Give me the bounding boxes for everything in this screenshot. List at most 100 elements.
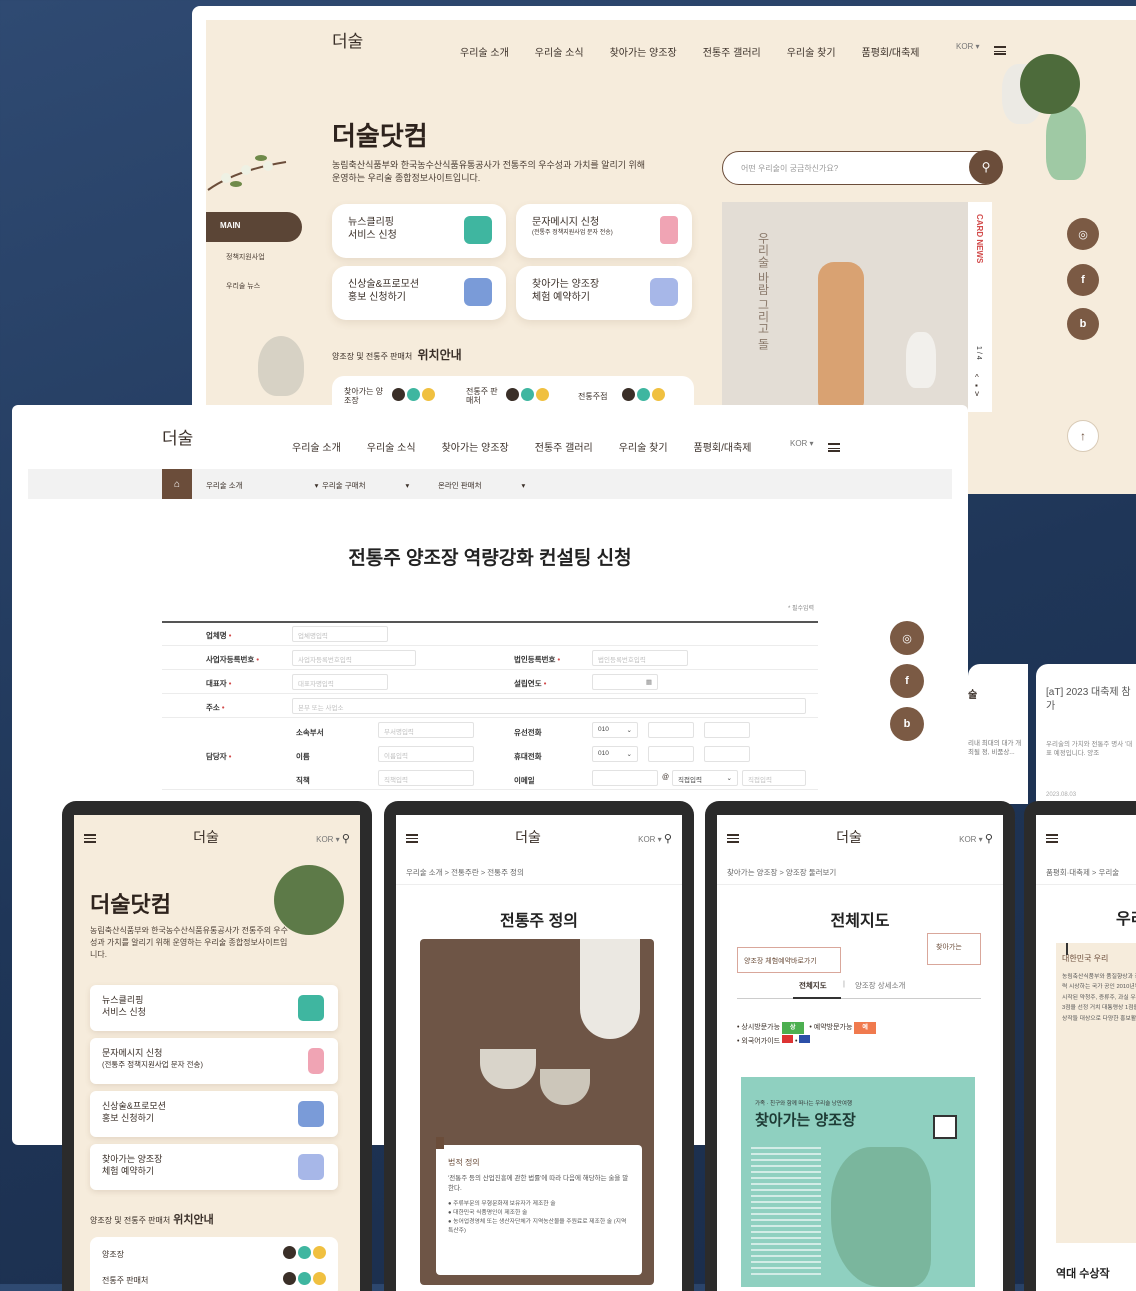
breadcrumb[interactable]: 우리술 소개 > 전통주란 > 전통주 정의 <box>396 861 682 885</box>
card-brewery-booking[interactable]: 찾아가는 양조장 체험 예약하기 <box>516 266 692 320</box>
blog-icon[interactable]: b <box>1067 308 1099 340</box>
location-seller[interactable]: 전통주 판매처 <box>102 1275 148 1286</box>
mobile-card-promotion[interactable]: 신상술&프로모션 홍보 신청하기 <box>90 1091 338 1137</box>
language-select[interactable]: KOR ▾ ⚲ <box>959 832 993 845</box>
brewery-map-poster[interactable]: 가족 · 친구와 함께 떠나는 우리술 낭만여행 찾아가는 양조장 <box>741 1077 975 1287</box>
company-input[interactable]: 업체명입력 <box>292 626 388 642</box>
mobile-card-brewery-booking[interactable]: 찾아가는 양조장 체험 예약하기 <box>90 1144 338 1190</box>
news-card-title: [aT] 2023 대축제 참가 <box>1046 687 1131 712</box>
map-tabs: 전체지도 | 양조장 상세소개 <box>737 975 981 999</box>
map-buttons[interactable] <box>283 1246 326 1259</box>
facebook-icon[interactable]: f <box>1067 264 1099 296</box>
language-select[interactable]: KOR ▾ ⚲ <box>638 832 672 845</box>
menu-icon[interactable] <box>84 833 96 843</box>
map-buttons[interactable] <box>392 388 435 401</box>
tel-middle-input[interactable] <box>648 722 694 738</box>
menu-icon[interactable] <box>828 439 840 457</box>
map-buttons[interactable] <box>506 388 549 401</box>
news-card-fragment[interactable]: 술 리내 최대의 대가 개최될 정, 비품상... <box>968 664 1028 804</box>
card-sms[interactable]: 문자메시지 신청 (전통주 정책지원사업 문자 전송) <box>516 204 692 258</box>
map-buttons[interactable] <box>622 388 665 401</box>
menu-icon[interactable] <box>994 42 1006 60</box>
tab-brewery-detail[interactable]: 양조장 상세소개 <box>855 980 905 991</box>
menu-icon[interactable] <box>1046 833 1058 843</box>
breadcrumb[interactable]: 찾아가는 양조장 > 양조장 둘러보기 <box>717 861 1003 885</box>
menu-icon[interactable] <box>406 833 418 843</box>
mobile-last-input[interactable] <box>704 746 750 762</box>
mobile-card-news-clipping[interactable]: 뉴스클리핑 서비스 신청 <box>90 985 338 1031</box>
site-logo[interactable]: 더술 <box>193 831 219 845</box>
corpno-input[interactable]: 법인등록번호입력 <box>592 650 688 666</box>
nav-item-contest[interactable]: 품평회/대축제 <box>694 439 752 454</box>
find-brewery-button[interactable]: 찾아가는 <box>927 933 981 965</box>
nav-item-find[interactable]: 우리술 찾기 <box>619 439 668 454</box>
nav-item-find[interactable]: 우리술 찾기 <box>787 44 836 59</box>
tel-prefix-select[interactable]: 010 ⌄ <box>592 722 638 738</box>
scroll-top-icon[interactable]: ↑ <box>1067 420 1099 452</box>
position-input[interactable]: 직책입력 <box>378 770 474 786</box>
site-logo[interactable]: 더술 <box>515 831 541 845</box>
bizno-input[interactable]: 사업자등록번호입력 <box>292 650 416 666</box>
address-input[interactable]: 본부 또는 사업소 <box>292 698 806 714</box>
card-promotion[interactable]: 신상술&프로모션 홍보 신청하기 <box>332 266 506 320</box>
hero-desc-line2: 운영하는 우리술 종합정보사이트입니다. <box>332 173 481 184</box>
ceo-input[interactable]: 대표자명입력 <box>292 674 388 690</box>
breadcrumb[interactable]: 품평회·대축제 > 우리술 <box>1036 861 1136 885</box>
location-seller[interactable]: 전통주 판매처 <box>466 387 500 406</box>
search-input[interactable]: 어떤 우리술이 궁금하신가요? <box>741 163 838 174</box>
location-brewery[interactable]: 찾아가는 양조장 <box>344 387 384 406</box>
location-pub[interactable]: 전통주점 <box>578 391 607 402</box>
facebook-icon[interactable]: f <box>890 664 924 698</box>
language-select[interactable]: KOR ▾ <box>956 42 980 51</box>
sub-nav-intro[interactable]: 우리술 소개 ▾ <box>206 480 318 491</box>
menu-icon[interactable] <box>727 833 739 843</box>
sub-nav-online[interactable]: 온라인 판매처 ▾ <box>438 480 525 491</box>
nav-item-gallery[interactable]: 전통주 갤러리 <box>703 44 761 59</box>
mobile-card-sms[interactable]: 문자메시지 신청 (전통주 정책지원사업 문자 전송) <box>90 1038 338 1084</box>
mobile-prefix-select[interactable]: 010 ⌄ <box>592 746 638 762</box>
tel-last-input[interactable] <box>704 722 750 738</box>
card-news-controls[interactable]: ^ ▪ v <box>975 374 979 398</box>
mobile-middle-input[interactable] <box>648 746 694 762</box>
mobile-definition-frame: 더술 KOR ▾ ⚲ 우리술 소개 > 전통주란 > 전통주 정의 전통주 정의… <box>384 801 694 1291</box>
nav-item-brewery[interactable]: 찾아가는 양조장 <box>442 439 509 454</box>
site-logo[interactable]: 더술 <box>332 34 363 51</box>
email-domain-input[interactable]: 직접입력 <box>742 770 806 786</box>
nav-item-news[interactable]: 우리술 소식 <box>367 439 416 454</box>
card-news-clipping[interactable]: 뉴스클리핑 서비스 신청 <box>332 204 506 258</box>
main-nav: 우리술 소개 우리술 소식 찾아가는 양조장 전통주 갤러리 우리술 찾기 품평… <box>292 439 778 454</box>
email-domain-select[interactable]: 직접입력 ⌄ <box>672 770 738 786</box>
map-legend: • 상시방문가능 상 • 예약방문가능 예 • 외국어가이드 • <box>737 1021 876 1049</box>
side-menu-news[interactable]: 우리술 뉴스 <box>226 281 260 291</box>
search-icon[interactable]: ⚲ <box>969 150 1003 184</box>
card-news-image[interactable]: 우리술 바람 그리고 돌 <box>722 202 968 412</box>
reserve-brewery-button[interactable]: 양조장 체험예약바로가기 <box>737 947 841 973</box>
site-logo[interactable]: 더술 <box>836 831 862 845</box>
location-brewery[interactable]: 양조장 <box>102 1249 124 1260</box>
tab-all-map[interactable]: 전체지도 <box>799 980 827 991</box>
email-id-input[interactable] <box>592 770 658 786</box>
name-input[interactable]: 이름입력 <box>378 746 474 762</box>
side-menu-policy[interactable]: 정책지원사업 <box>226 252 265 262</box>
sub-nav-buy[interactable]: 우리술 구매처 ▾ <box>322 480 409 491</box>
language-select[interactable]: KOR ▾ ⚲ <box>316 832 350 845</box>
nav-item-gallery[interactable]: 전통주 갤러리 <box>535 439 593 454</box>
nav-item-contest[interactable]: 품평회/대축제 <box>862 44 920 59</box>
home-icon[interactable]: ⌂ <box>162 469 192 499</box>
language-select[interactable]: KOR ▾ <box>790 439 814 448</box>
nav-item-intro[interactable]: 우리술 소개 <box>460 44 509 59</box>
founded-datepicker[interactable]: ▦ <box>592 674 658 690</box>
news-card[interactable]: [aT] 2023 대축제 참가 우리술의 가치와 전통주 명사 '대표 예정입… <box>1036 664 1136 804</box>
nav-item-news[interactable]: 우리술 소식 <box>535 44 584 59</box>
dept-input[interactable]: 부서명입력 <box>378 722 474 738</box>
search-bar[interactable]: 어떤 우리술이 궁금하신가요? ⚲ <box>722 150 1003 185</box>
side-menu-main[interactable]: MAIN <box>206 212 302 242</box>
map-buttons[interactable] <box>283 1272 326 1285</box>
blog-icon[interactable]: b <box>890 707 924 741</box>
nav-item-brewery[interactable]: 찾아가는 양조장 <box>610 44 677 59</box>
site-logo[interactable]: 더술 <box>162 431 193 448</box>
instagram-icon[interactable]: ◎ <box>890 621 924 655</box>
chart-icon <box>298 1154 324 1180</box>
instagram-icon[interactable]: ◎ <box>1067 218 1099 250</box>
nav-item-intro[interactable]: 우리술 소개 <box>292 439 341 454</box>
